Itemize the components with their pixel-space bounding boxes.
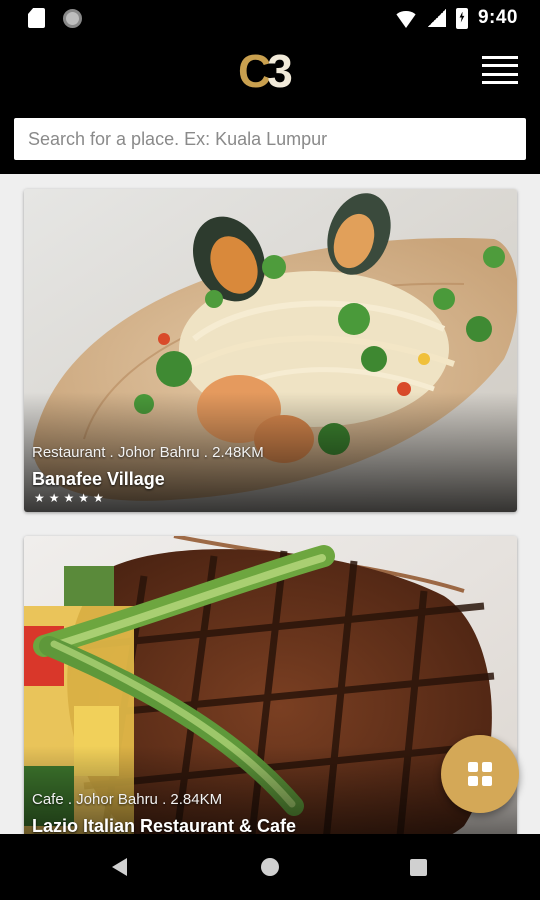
recents-icon[interactable]	[410, 859, 427, 876]
sd-card-icon	[28, 8, 45, 28]
grid-view-button[interactable]	[441, 735, 519, 813]
grid-icon	[468, 762, 492, 786]
rating-stars-icon: ★★★★★	[34, 491, 108, 505]
app-bar: C3	[0, 36, 540, 174]
status-bar: 9:40	[0, 0, 540, 36]
wifi-icon	[393, 10, 418, 28]
status-time: 9:40	[477, 7, 518, 28]
system-icons: 9:40	[393, 6, 518, 30]
card-meta: Cafe . Johor Bahru . 2.84KM	[32, 791, 223, 808]
battery-charging-icon	[455, 7, 468, 29]
app-logo[interactable]: C3	[238, 46, 300, 96]
card-meta: Restaurant . Johor Bahru . 2.48KM	[32, 444, 264, 461]
place-card[interactable]: Cafe . Johor Bahru . 2.84KM Lazio Italia…	[24, 536, 517, 834]
navigation-bar	[0, 834, 540, 900]
home-icon[interactable]	[261, 858, 279, 876]
back-icon[interactable]	[112, 858, 127, 876]
notification-icons	[28, 8, 82, 28]
logo-digit-3: 3	[267, 45, 293, 97]
signal-icon	[427, 9, 446, 27]
app-screen: 9:40 C3 Search for a place. Ex: Kuala Lu…	[0, 0, 540, 900]
hamburger-menu-icon[interactable]	[482, 56, 518, 84]
place-list[interactable]: Restaurant . Johor Bahru . 2.48KM Banafe…	[0, 174, 540, 834]
card-title: Lazio Italian Restaurant & Cafe	[32, 816, 297, 834]
search-bar[interactable]	[14, 118, 526, 160]
place-card[interactable]: Restaurant . Johor Bahru . 2.48KM Banafe…	[24, 189, 517, 512]
card-title: Banafee Village	[32, 469, 165, 489]
notification-dot-icon	[63, 8, 82, 28]
search-input[interactable]	[14, 118, 526, 160]
logo-letter-c: C	[238, 45, 271, 97]
